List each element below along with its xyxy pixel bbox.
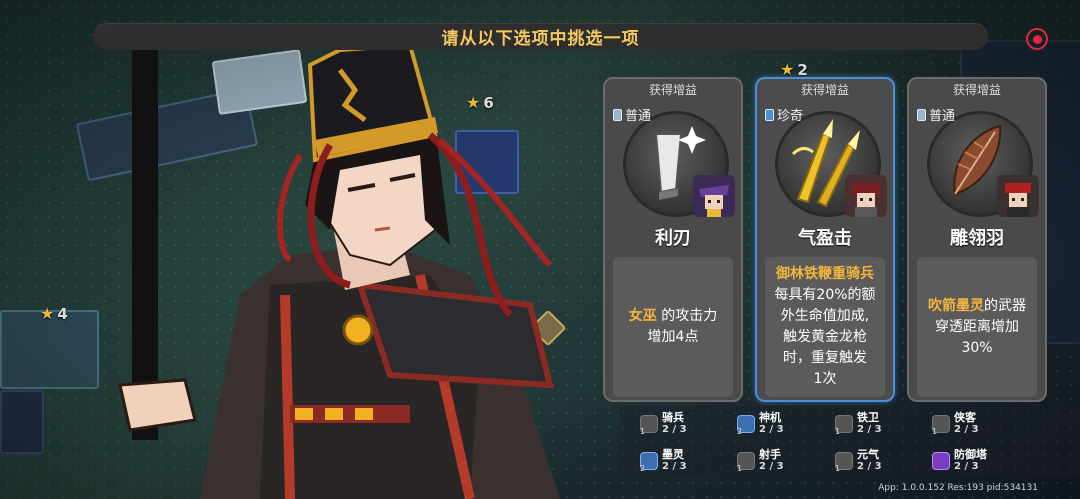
shenji-icon: 2 xyxy=(737,415,755,436)
archer-icon: 1 xyxy=(737,452,755,473)
map-star-badge: ★ 4 xyxy=(40,304,68,323)
trait-archer[interactable]: 1 射手 2 / 3 xyxy=(737,449,784,473)
version-info: App: 1.0.0.152 Res:193 pid:534131 xyxy=(878,483,1038,493)
hand-shape xyxy=(118,378,197,432)
card-header: 获得增益 xyxy=(952,83,1001,97)
card-description: 吹箭墨灵的武器 穿透距离增加 30% xyxy=(917,257,1037,397)
card-name: 利刃 xyxy=(655,228,691,249)
tower-icon xyxy=(932,452,950,470)
desc-highlight: 女巫 xyxy=(628,308,657,324)
card-name: 气盈击 xyxy=(798,228,852,249)
trait-xiake[interactable]: 1 侠客 2 / 3 xyxy=(932,412,979,436)
rarity-gem-icon xyxy=(917,108,926,121)
desc-highlight: 吹箭墨灵 xyxy=(928,297,984,314)
unit-portrait xyxy=(997,175,1039,217)
card-description: 女巫 的攻击力 增加4点 xyxy=(613,257,733,397)
banner-title: 请从以下选项中挑选一项 xyxy=(441,29,640,49)
gold-button-shape xyxy=(342,314,374,346)
rarity-label: 普通 xyxy=(917,105,955,124)
xiake-icon: 1 xyxy=(932,415,950,436)
rarity-gem-icon xyxy=(613,108,622,121)
star-icon: ★ xyxy=(40,304,55,323)
card-name: 雕翎羽 xyxy=(950,228,1004,249)
trait-shenji[interactable]: 2 神机 2 / 3 xyxy=(737,412,784,436)
trait-iron-guard[interactable]: 1 铁卫 2 / 3 xyxy=(835,412,882,436)
record-icon xyxy=(1032,34,1042,44)
buff-card-2[interactable]: 获得增益 珍奇 气盈击 御林铁鞭重骑兵 每具有20%的额 外生命值加成, 触发黄… xyxy=(755,77,895,402)
desc-highlight: 御林铁鞭重骑兵 xyxy=(776,266,874,282)
shield-icon: 1 xyxy=(835,415,853,436)
rarity-label: 珍奇 xyxy=(765,105,803,124)
rarity-gem-icon xyxy=(765,108,774,121)
selection-banner: 请从以下选项中挑选一项 xyxy=(93,23,988,50)
unit-portrait xyxy=(693,175,735,217)
cavalry-icon: 1 xyxy=(640,415,658,436)
card-description: 御林铁鞭重骑兵 每具有20%的额 外生命值加成, 触发黄金龙枪 时，重复触发 1… xyxy=(765,257,885,397)
hero-illustration xyxy=(118,45,560,499)
trait-yuanqi[interactable]: 1 元气 2 / 3 xyxy=(835,449,882,473)
shoulder-pad-shape xyxy=(355,281,554,389)
trait-defense-tower[interactable]: 防御塔 2 / 3 xyxy=(932,449,987,473)
buff-card-3[interactable]: 获得增益 普通 雕翎羽 吹箭墨灵的武器 穿透距离增加 30% xyxy=(907,77,1047,402)
record-button[interactable] xyxy=(1026,28,1048,50)
buff-card-1[interactable]: 获得增益 普通 利刃 女巫 的攻击力 增加4点 xyxy=(603,77,743,402)
trait-moling[interactable]: 2 墨灵 2 / 3 xyxy=(640,449,687,473)
unit-portrait xyxy=(845,175,887,217)
rarity-label: 普通 xyxy=(613,105,651,124)
card-header: 获得增益 xyxy=(800,83,849,97)
yuanqi-icon: 1 xyxy=(835,452,853,473)
moling-icon: 2 xyxy=(640,452,658,473)
trait-cavalry[interactable]: 1 骑兵 2 / 3 xyxy=(640,412,687,436)
card-header: 获得增益 xyxy=(648,83,697,97)
